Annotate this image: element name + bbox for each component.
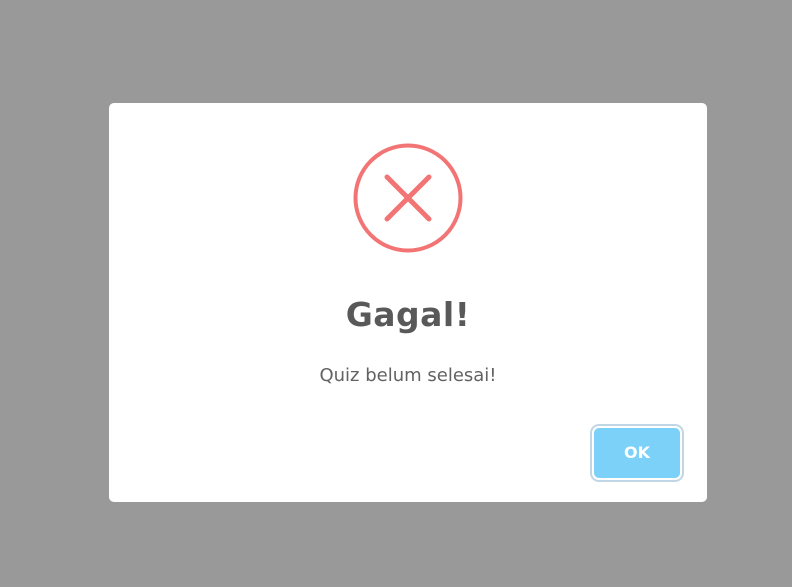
alert-dialog: Gagal! Quiz belum selesai! OK xyxy=(109,103,707,502)
dialog-title: Gagal! xyxy=(345,295,471,334)
ok-button[interactable]: OK xyxy=(594,428,680,478)
error-x-icon xyxy=(353,143,463,253)
dialog-message: Quiz belum selesai! xyxy=(319,365,497,386)
